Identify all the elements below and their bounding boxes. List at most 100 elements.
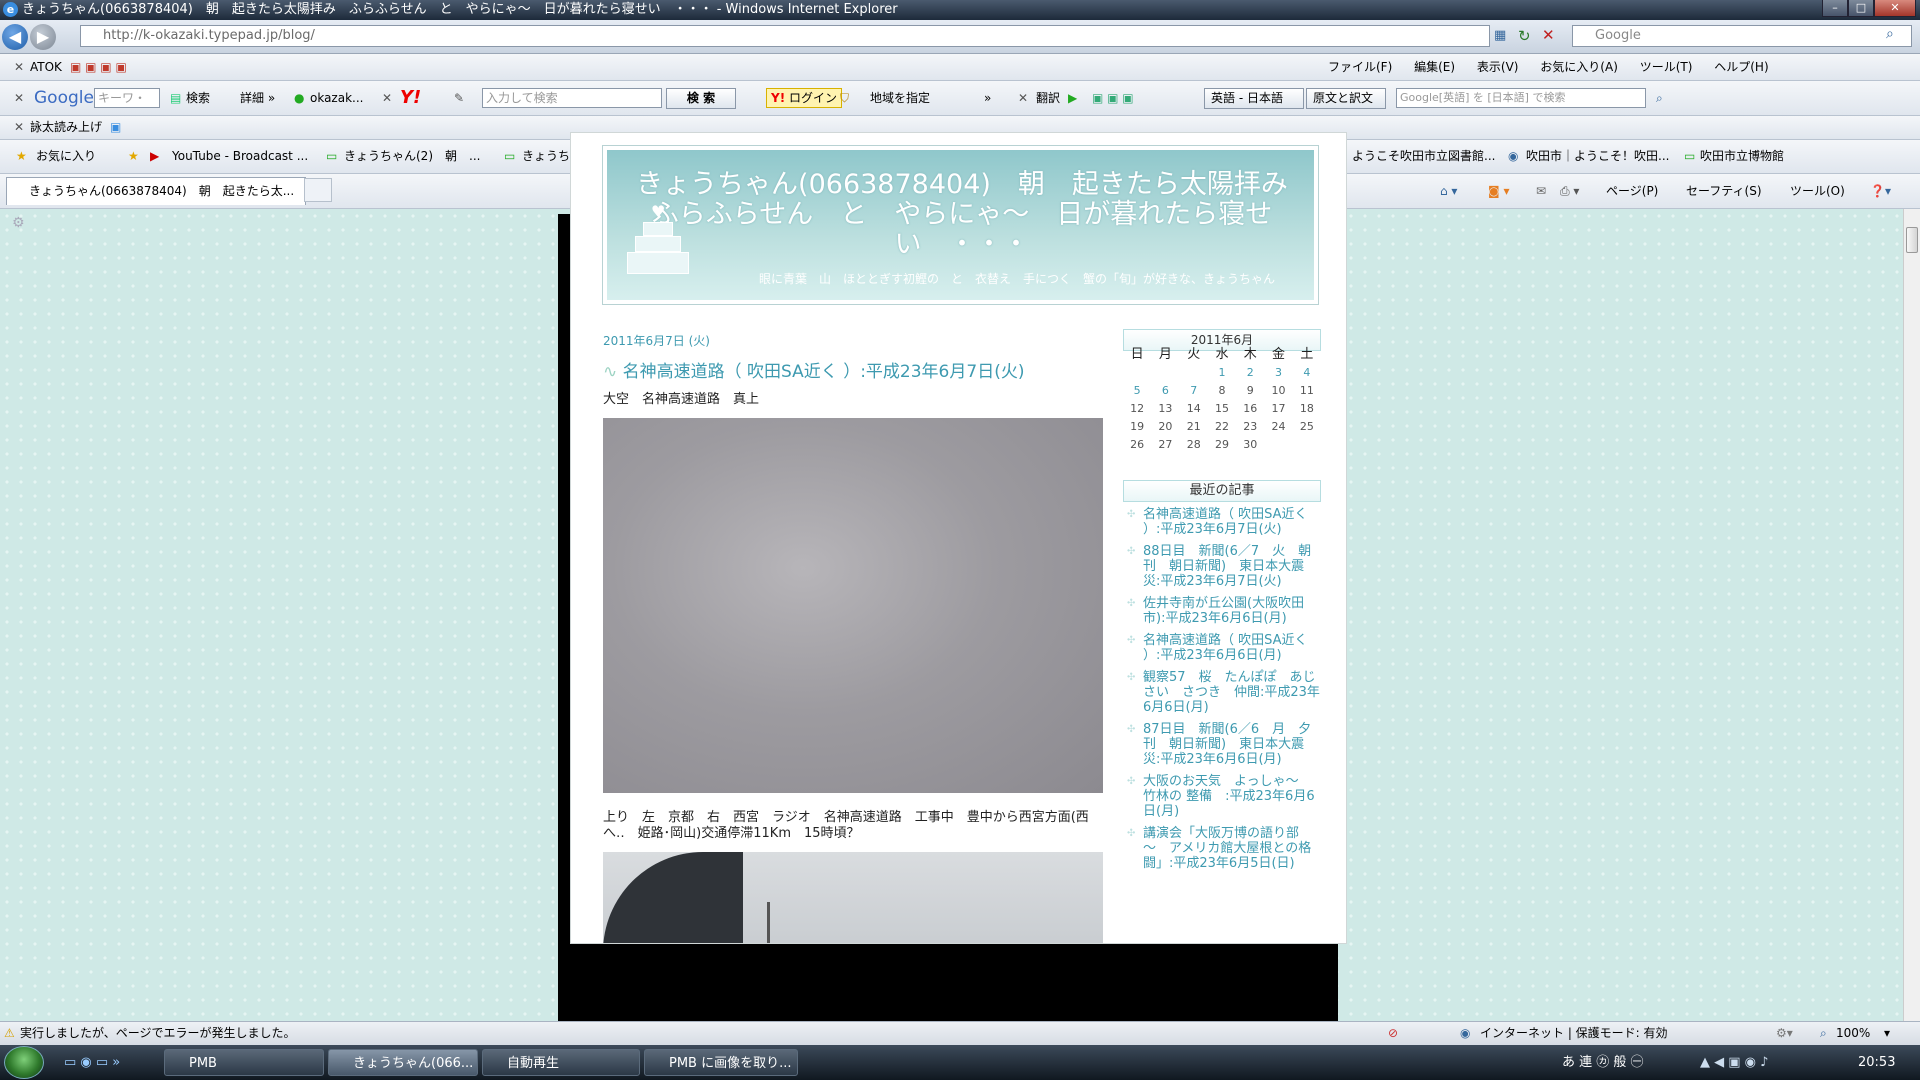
scrollbar-thumb[interactable] [1906, 227, 1918, 253]
translate-search-icon[interactable]: ⌕ [1656, 81, 1663, 115]
google-search-button[interactable]: 検索 [186, 81, 210, 115]
google-user-button[interactable]: okazak... [310, 81, 363, 115]
shield-icon[interactable]: ⛉ [840, 81, 849, 115]
calendar-day-link[interactable]: 4 [1293, 363, 1321, 381]
fav-link-kyouchan2[interactable]: きょうちゃん(2) 朝 ... [344, 140, 480, 173]
post-title-text[interactable]: 名神高速道路（ 吹田SA近く ）:平成23年6月7日(火) [623, 362, 1025, 382]
recent-post-link[interactable]: 佐井寺南が丘公園(大阪吹田市):平成23年6月6日(月) [1123, 596, 1321, 626]
translate-mode-select[interactable]: 原文と訳文 [1306, 88, 1386, 109]
start-button[interactable] [4, 1046, 44, 1079]
safety-menu[interactable]: セーフティ(S) [1686, 174, 1762, 208]
status-error-text[interactable]: 実行しましたが、ページでエラーが発生しました。 [20, 1022, 296, 1044]
yahoo-login-button[interactable]: Y! ログイン [766, 88, 843, 108]
zoom-level[interactable]: 100% [1836, 1022, 1870, 1044]
recent-post-link[interactable]: 名神高速道路（ 吹田SA近く ）:平成23年6月6日(月) [1123, 633, 1321, 663]
calendar-day-link[interactable]: 3 [1264, 363, 1292, 381]
tray-icons[interactable]: ▲ ◀ ▣ ◉ ♪ [1700, 1045, 1768, 1080]
recent-post-link[interactable]: 観察57 桜 たんぽぽ あじさい さつき 仲間:平成23年6月6日(月) [1123, 670, 1321, 715]
translate-search-input[interactable]: Google[英語] を [日本語] で検索 [1396, 88, 1646, 108]
calendar-day-link[interactable]: 7 [1180, 381, 1208, 399]
fav-link-youtube[interactable]: YouTube - Broadcast ... [172, 140, 308, 173]
translate-tool-icon[interactable]: ▣ ▣ ▣ [1092, 81, 1134, 115]
address-input[interactable]: http://k-okazaki.typepad.jp/blog/ [80, 25, 1490, 47]
tools-menu[interactable]: ツール(O) [1790, 174, 1845, 208]
menu-edit[interactable]: 編集(E) [1414, 60, 1455, 74]
minimize-button[interactable]: – [1822, 0, 1848, 17]
home-icon[interactable]: ⌂ ▾ [1440, 174, 1457, 208]
security-zone-text[interactable]: インターネット | 保護モード: 有効 [1480, 1022, 1668, 1044]
blog-title[interactable]: きょうちゃん(0663878404) 朝 起きたら太陽拝み ふらふらせん と や… [622, 170, 1315, 260]
close-toolbar-icon[interactable]: ✕ [1018, 81, 1028, 115]
blog-banner[interactable]: きょうちゃん(0663878404) 朝 起きたら太陽拝み ふらふらせん と や… [602, 145, 1319, 305]
print-icon[interactable]: ⎙ ▾ [1560, 174, 1579, 208]
translate-button[interactable]: 翻訳 [1036, 81, 1060, 115]
compat-view-icon[interactable]: ▦ [1494, 28, 1506, 43]
close-toolbar-icon[interactable]: ✕ [14, 81, 24, 115]
google-detail-button[interactable]: 詳細 » [240, 81, 275, 115]
close-toolbar-icon[interactable]: ✕ [14, 116, 24, 139]
close-toolbar-icon[interactable]: ✕ [14, 54, 24, 80]
speaker-icon[interactable]: ▣ [110, 116, 121, 139]
recent-post-link[interactable]: 講演会「大阪万博の語り部 ～ アメリカ館大屋根との格闘」:平成23年6月5日(日… [1123, 826, 1321, 871]
menu-view[interactable]: 表示(V) [1477, 60, 1519, 74]
play-icon[interactable]: ▶ [1068, 81, 1077, 115]
refresh-icon[interactable]: ↻ [1518, 27, 1531, 45]
warning-icon[interactable]: ⚠ [4, 1022, 15, 1044]
taskbar-button-pmb-import[interactable]: PMB に画像を取り... [644, 1049, 798, 1076]
yahoo-search-input[interactable]: 入力して検索 [482, 88, 662, 108]
web-search-input[interactable]: Google [1572, 25, 1912, 47]
search-icon[interactable]: ⌕ [1886, 26, 1894, 42]
menu-file[interactable]: ファイル(F) [1328, 60, 1392, 74]
clock[interactable]: 20:53 [1858, 1045, 1895, 1080]
maximize-button[interactable]: □ [1848, 0, 1874, 17]
vertical-scrollbar[interactable] [1903, 209, 1920, 1021]
zoom-dropdown-icon[interactable]: ▾ [1884, 1022, 1890, 1044]
calendar-day-link[interactable]: 2 [1236, 363, 1264, 381]
mail-icon[interactable]: ✉ [1536, 174, 1546, 208]
region-button[interactable]: 地域を指定 [870, 81, 930, 115]
pen-icon[interactable]: ✎ [454, 81, 464, 115]
tab-current[interactable]: きょうちゃん(0663878404) 朝 起きたら太... [6, 177, 306, 205]
menu-help[interactable]: ヘルプ(H) [1714, 60, 1768, 74]
page-menu[interactable]: ページ(P) [1606, 174, 1658, 208]
calendar-day-link[interactable]: 5 [1123, 381, 1151, 399]
yahoo-search-button[interactable]: 検 索 [666, 88, 736, 109]
menu-favorites[interactable]: お気に入り(A) [1540, 60, 1618, 74]
recent-post-link[interactable]: 87日目 新聞(6／6 月 夕刊 朝日新聞) 東日本大震災:平成23年6月6日(… [1123, 722, 1321, 767]
back-button[interactable]: ◀ [2, 24, 28, 50]
new-tab-button[interactable] [304, 178, 332, 202]
taskbar-button-autoplay[interactable]: 自動再生 [482, 1049, 640, 1076]
menu-tools[interactable]: ツール(T) [1640, 60, 1693, 74]
fav-link-suita[interactable]: 吹田市｜ようこそ！吹田... [1526, 140, 1669, 173]
close-toolbar-icon[interactable]: ✕ [382, 81, 392, 115]
recent-post-link[interactable]: 名神高速道路（ 吹田SA近く ）:平成23年6月7日(火) [1123, 507, 1321, 537]
ime-indicator[interactable]: あ 連 ㋕ 般 ㊀ [1562, 1045, 1644, 1080]
recent-post-link[interactable]: 大阪のお天気 よっしゃ～ 竹林の 整備 :平成23年6月6日(月) [1123, 774, 1321, 819]
protected-mode-icon[interactable]: ⚙▾ [1776, 1022, 1793, 1044]
add-favorite-icon[interactable]: ★ [128, 140, 139, 173]
calendar-day-link[interactable]: 6 [1151, 381, 1179, 399]
popup-blocked-icon[interactable]: ⊘ [1388, 1022, 1398, 1044]
yahoo-more-button[interactable]: » [984, 81, 991, 115]
language-pair-select[interactable]: 英語 - 日本語 [1204, 88, 1304, 109]
fav-link-library[interactable]: ようこそ吹田市立図書館... [1352, 140, 1495, 173]
forward-button[interactable]: ▶ [30, 24, 56, 50]
atok-tool-icon[interactable]: ▣ ▣ ▣ ▣ [70, 54, 127, 80]
google-keyword-input[interactable]: キーワ・ [94, 88, 160, 108]
taskbar-button-pmb[interactable]: PMB [164, 1049, 324, 1076]
highway-photo[interactable] [603, 852, 1103, 943]
favorites-button[interactable]: お気に入り [36, 140, 96, 173]
close-button[interactable]: ✕ [1874, 0, 1916, 17]
fav-link-kyouchan[interactable]: きょうち [522, 140, 570, 173]
gear-icon[interactable]: ⚙ [12, 215, 25, 231]
post-title[interactable]: ∿ 名神高速道路（ 吹田SA近く ）:平成23年6月7日(火) [603, 357, 1024, 382]
calendar-day-link[interactable]: 1 [1208, 363, 1236, 381]
taskbar-button-ie[interactable]: きょうちゃん(066... [328, 1049, 478, 1076]
help-icon[interactable]: ❓▾ [1870, 174, 1891, 208]
recent-post-link[interactable]: 88日目 新聞(6／7 火 朝刊 朝日新聞) 東日本大震災:平成23年6月7日(… [1123, 544, 1321, 589]
stop-icon[interactable]: ✕ [1542, 26, 1555, 44]
sky-photo[interactable] [603, 418, 1103, 793]
fav-link-museum[interactable]: 吹田市立博物館 [1700, 140, 1784, 173]
quicklaunch-icons[interactable]: ▭ ◉ ▭ » [64, 1045, 120, 1080]
rss-icon[interactable]: ◙ ▾ [1488, 174, 1509, 208]
